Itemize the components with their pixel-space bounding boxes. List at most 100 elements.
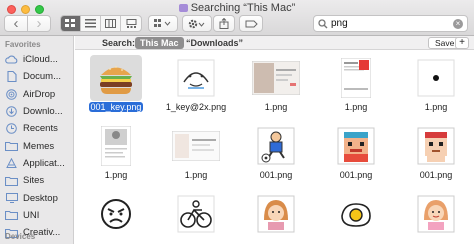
action-button[interactable] <box>182 15 212 32</box>
file-thumbnail[interactable] <box>330 123 382 169</box>
file-thumbnail[interactable] <box>410 55 462 101</box>
file-name-text: 001.png <box>339 170 373 180</box>
file-item[interactable]: 001.png <box>237 123 315 183</box>
clock-icon <box>5 123 18 135</box>
column-view-button[interactable] <box>101 16 121 31</box>
sidebar-item[interactable]: Docum... <box>0 68 73 85</box>
file-item[interactable] <box>397 191 474 244</box>
forward-button[interactable]: › <box>27 15 51 32</box>
icon-view-icon <box>65 19 75 27</box>
file-item[interactable] <box>237 191 315 244</box>
document-icon <box>5 71 18 83</box>
file-name-text: 1.png <box>104 170 128 180</box>
sidebar-item[interactable]: iCloud... <box>0 51 73 68</box>
list-view-button[interactable] <box>81 16 101 31</box>
file-item[interactable] <box>157 191 235 244</box>
share-icon <box>219 18 229 29</box>
scope-this-mac-button[interactable]: This Mac <box>135 37 184 49</box>
file-thumbnail[interactable] <box>90 123 142 169</box>
sidebar-item-label: Recents <box>23 123 58 135</box>
file-thumbnail[interactable] <box>250 191 302 237</box>
file-thumbnail[interactable] <box>170 191 222 237</box>
file-thumbnail[interactable] <box>330 55 382 101</box>
sidebar-item-label: Memes <box>23 140 55 152</box>
file-thumbnail[interactable] <box>410 123 462 169</box>
file-thumbnail[interactable] <box>250 55 302 101</box>
file-thumbnail[interactable] <box>410 191 462 237</box>
file-name-text: 001.png <box>259 170 293 180</box>
column-view-icon <box>105 19 116 28</box>
file-thumbnail[interactable] <box>90 55 142 101</box>
file-name-text: 1.png <box>184 170 208 180</box>
file-name: 1.png <box>157 170 235 180</box>
file-item[interactable]: 1.png <box>317 55 395 115</box>
search-scope-label: Search: <box>102 38 136 48</box>
sidebar-item[interactable]: Recents <box>0 120 73 137</box>
group-icon <box>154 19 171 27</box>
scope-downloads-button[interactable]: “Downloads” <box>186 38 243 48</box>
favorites-heading: Favorites <box>5 40 41 49</box>
sidebar-item[interactable]: Applicat... <box>0 155 73 172</box>
sidebar-item[interactable]: Desktop <box>0 189 73 206</box>
sidebar-item-label: Desktop <box>23 192 58 204</box>
sidebar-item-label: UNI <box>23 209 40 221</box>
file-name-text: 001.png <box>419 170 453 180</box>
file-item[interactable]: 001.png <box>317 123 395 183</box>
file-item[interactable]: 001_key.png <box>77 55 155 115</box>
share-button[interactable] <box>213 15 235 32</box>
folder-icon <box>5 141 18 152</box>
sidebar-item[interactable]: UNI <box>0 207 73 224</box>
search-folder-icon <box>178 4 188 12</box>
file-item[interactable] <box>77 191 155 244</box>
chevron-right-icon: › <box>36 14 42 32</box>
search-input[interactable] <box>331 18 451 29</box>
file-item[interactable]: 1_key@2x.png <box>157 55 235 115</box>
desktop-icon <box>5 193 18 204</box>
title-bar: Searching “This Mac” ‹ › png × <box>0 0 474 36</box>
file-thumbnail[interactable] <box>170 55 222 101</box>
file-thumbnail[interactable] <box>330 191 382 237</box>
file-item[interactable] <box>317 191 395 244</box>
group-button[interactable] <box>148 15 178 32</box>
sidebar-item-label: iCloud... <box>23 54 58 66</box>
file-name: 001_key.png <box>77 102 155 112</box>
file-thumbnail[interactable] <box>250 123 302 169</box>
file-name: 1_key@2x.png <box>157 102 235 112</box>
tags-button[interactable] <box>239 15 263 32</box>
file-name: 1.png <box>237 102 315 112</box>
file-name-text: 1_key@2x.png <box>165 102 227 112</box>
file-thumbnail[interactable] <box>170 123 222 169</box>
file-item[interactable]: 001.png <box>397 123 474 183</box>
file-name: 001.png <box>317 170 395 180</box>
file-item[interactable]: 1.png <box>237 55 315 115</box>
file-name: 1.png <box>317 102 395 112</box>
gallery-view-icon <box>126 19 136 28</box>
add-criteria-button[interactable]: + <box>455 37 469 49</box>
sidebar-item-label: Docum... <box>23 71 62 83</box>
sidebar-item[interactable]: Memes <box>0 137 73 154</box>
tag-icon <box>245 20 258 27</box>
sidebar-item-label: Sites <box>23 175 45 187</box>
file-grid: 001_key.png 1_key@2x.png 1.png 1.png 1.png 1.… <box>75 51 474 244</box>
sidebar-item[interactable]: Downlo... <box>0 103 73 120</box>
sidebar-item[interactable]: Sites <box>0 172 73 189</box>
file-name-text: 1.png <box>264 102 288 112</box>
airdrop-icon <box>5 88 18 100</box>
folder-icon <box>5 175 18 186</box>
file-thumbnail[interactable] <box>90 191 142 237</box>
sidebar-item[interactable]: AirDrop <box>0 86 73 103</box>
file-item[interactable]: 1.png <box>157 123 235 183</box>
chevron-left-icon: ‹ <box>13 14 19 32</box>
file-item[interactable]: 1.png <box>77 123 155 183</box>
icon-view-button[interactable] <box>61 16 81 31</box>
clear-search-icon[interactable]: × <box>453 19 463 29</box>
file-item[interactable]: 1.png <box>397 55 474 115</box>
gallery-view-button[interactable] <box>121 16 141 31</box>
list-view-icon <box>85 19 96 28</box>
search-scope-bar: Search: This Mac “Downloads” Save + <box>75 36 474 50</box>
sidebar: Favorites iCloud... Docum... AirDrop Downlo… <box>0 36 74 244</box>
back-button[interactable]: ‹ <box>4 15 28 32</box>
file-name: 1.png <box>77 170 155 180</box>
search-field[interactable]: × <box>313 15 468 32</box>
devices-heading: Devices <box>5 232 36 241</box>
